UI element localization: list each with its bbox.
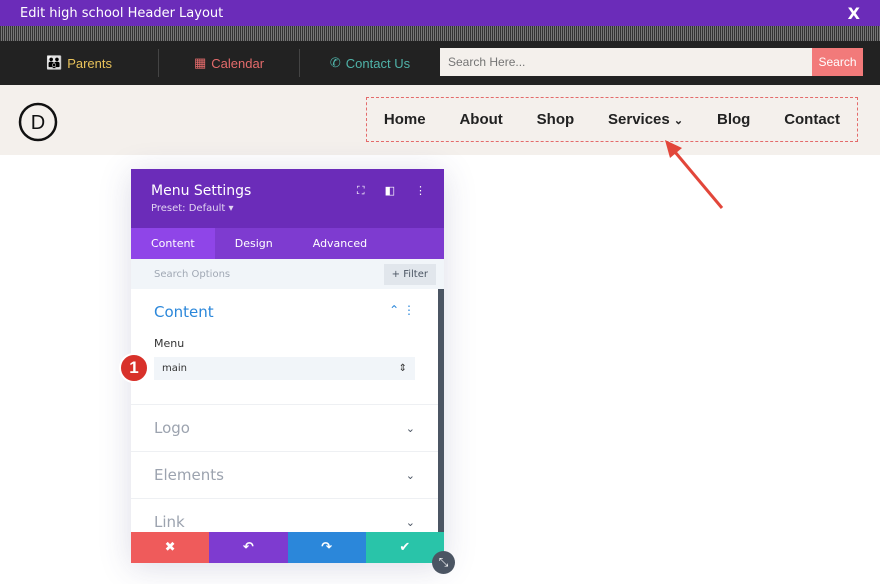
menu-item-contact[interactable]: Contact <box>784 111 840 128</box>
menu-item-home[interactable]: Home <box>384 111 426 128</box>
menu-item-shop[interactable]: Shop <box>537 111 575 128</box>
menu-field-label: Menu <box>154 337 185 350</box>
resize-handle-icon[interactable]: ⤡ <box>432 551 455 574</box>
menu-item-services[interactable]: Services ⌄ <box>608 111 683 128</box>
section-elements[interactable]: Elements ⌄ <box>131 452 438 499</box>
menu-select[interactable]: main ⇕ <box>154 357 415 380</box>
search-options-input[interactable]: Search Options <box>154 269 230 280</box>
preset-selector[interactable]: Preset: Default ▾ <box>151 203 424 214</box>
panel-body[interactable]: Content ⌃ ⋮ Menu main ⇕ Logo ⌄ Elements ⌄ Li… <box>131 289 444 561</box>
services-label: Services <box>608 111 670 128</box>
utility-bar: 👪 Parents ▦ Calendar ✆ Contact Us Search <box>0 41 880 85</box>
redo-button[interactable]: ↷ <box>287 532 366 563</box>
search-button[interactable]: Search <box>812 48 863 76</box>
parents-label: Parents <box>67 55 112 71</box>
logo-icon[interactable]: D <box>18 102 58 142</box>
search-input[interactable] <box>440 48 812 76</box>
calendar-link[interactable]: ▦ Calendar <box>159 49 299 77</box>
select-arrows-icon: ⇕ <box>398 363 407 374</box>
tab-design[interactable]: Design <box>215 228 293 259</box>
parents-icon: 👪 <box>46 55 63 70</box>
title-bar: Edit high school Header Layout X <box>0 0 880 26</box>
more-options-icon[interactable]: ⋮ <box>415 184 426 198</box>
cancel-button[interactable]: ✖ <box>131 532 210 563</box>
annotation-arrow-icon <box>665 140 724 209</box>
site-header: D Home About Shop Services ⌄ Blog Contac… <box>0 85 880 155</box>
section-label: Elements <box>154 466 224 484</box>
tab-advanced[interactable]: Advanced <box>293 228 387 259</box>
contact-link[interactable]: ✆ Contact Us <box>300 49 440 77</box>
menu-item-about[interactable]: About <box>459 111 502 128</box>
search-options-bar: Search Options + Filter <box>131 259 444 289</box>
split-view-icon[interactable]: ◧ <box>385 184 395 198</box>
window-title: Edit high school Header Layout <box>20 5 224 21</box>
phone-icon: ✆ <box>329 55 341 70</box>
chevron-down-icon: ⌄ <box>405 468 415 482</box>
contact-label: Contact Us <box>345 55 411 71</box>
section-label: Logo <box>154 419 190 437</box>
panel-footer: ✖ ↶ ↷ ✔ <box>131 532 444 563</box>
menu-select-value: main <box>162 363 187 374</box>
chevron-down-icon: ⌄ <box>405 515 415 529</box>
panel-tabs: Content Design Advanced <box>131 228 444 259</box>
panel-header: Menu Settings Preset: Default ▾ ⛶ ◧ ⋮ <box>131 169 444 228</box>
chevron-down-icon: ⌄ <box>673 115 684 127</box>
section-label: Link <box>154 513 185 531</box>
menu-item-blog[interactable]: Blog <box>717 111 750 128</box>
chevron-up-icon[interactable]: ⌃ ⋮ <box>389 303 415 321</box>
calendar-icon: ▦ <box>193 55 207 70</box>
chevron-down-icon: ⌄ <box>405 421 415 435</box>
parents-link[interactable]: 👪 Parents <box>0 49 158 77</box>
main-menu: Home About Shop Services ⌄ Blog Contact <box>366 97 858 142</box>
tab-content[interactable]: Content <box>131 228 215 259</box>
undo-button[interactable]: ↶ <box>209 532 288 563</box>
calendar-label: Calendar <box>211 55 265 71</box>
svg-text:D: D <box>31 112 45 134</box>
menu-settings-panel: Menu Settings Preset: Default ▾ ⛶ ◧ ⋮ Cont… <box>131 169 444 563</box>
decorative-stripe <box>0 26 880 41</box>
search-form: Search <box>440 48 863 76</box>
section-title[interactable]: Content <box>154 303 214 321</box>
step-badge: 1 <box>119 353 149 383</box>
section-logo[interactable]: Logo ⌄ <box>131 405 438 452</box>
filter-button[interactable]: + Filter <box>383 263 436 285</box>
close-button[interactable]: X <box>848 4 860 23</box>
section-content: Content ⌃ ⋮ Menu main ⇕ <box>131 289 438 405</box>
fullscreen-icon[interactable]: ⛶ <box>357 184 365 198</box>
